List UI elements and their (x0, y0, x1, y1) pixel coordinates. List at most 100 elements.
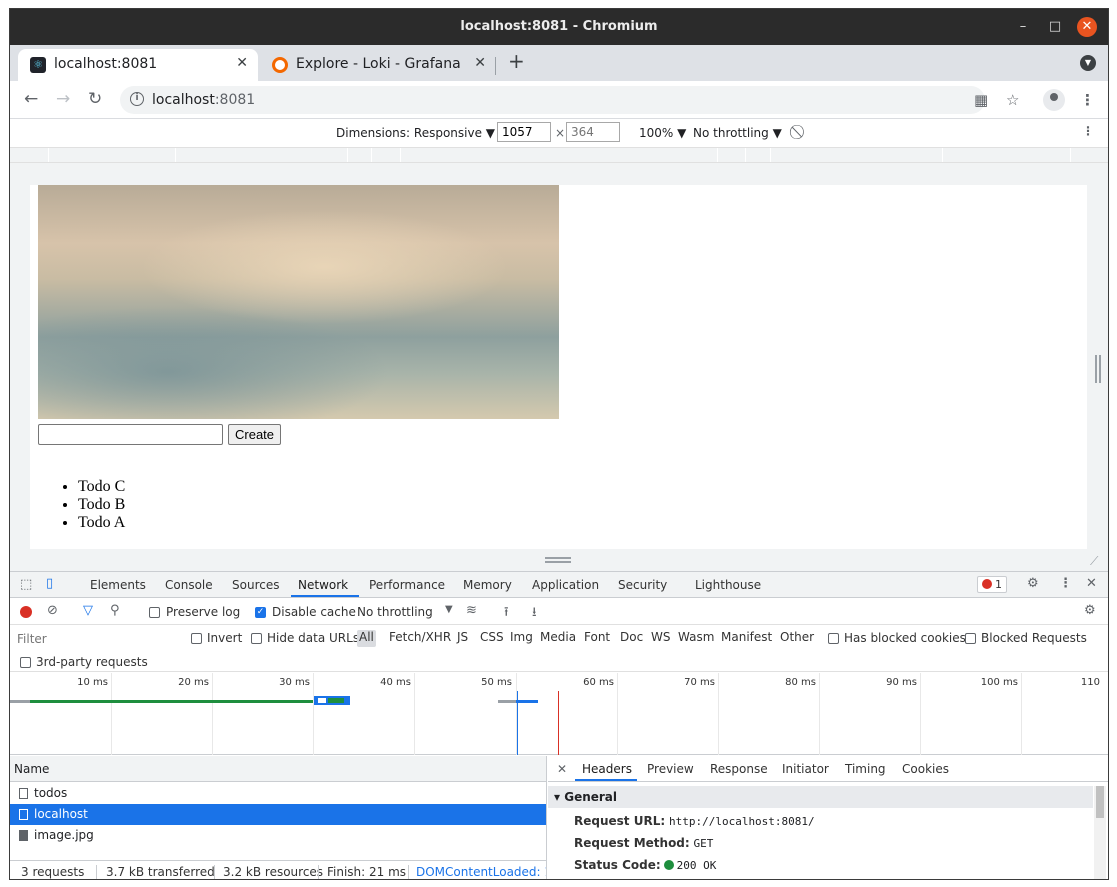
disable-cache-checkbox[interactable]: ✓ (255, 607, 266, 618)
close-devtools-icon[interactable]: ✕ (1086, 576, 1097, 591)
network-settings-gear-icon[interactable]: ⚙ (1084, 603, 1096, 618)
filter-icon[interactable]: ▽ (83, 603, 93, 618)
network-conditions-icon[interactable]: ≋ (466, 603, 477, 618)
tab-search-icon[interactable]: ▼ (1080, 55, 1096, 71)
profile-avatar-icon[interactable] (1043, 89, 1065, 111)
throttling-dropdown[interactable]: No throttling ▼ (693, 126, 782, 140)
search-icon[interactable]: ⚲ (110, 603, 120, 618)
minimize-button[interactable]: – (1013, 17, 1033, 37)
device-toggle-icon[interactable]: ▯ (46, 576, 53, 591)
type-filter-fetch-xhr[interactable]: Fetch/XHR (387, 630, 453, 647)
type-filter-css[interactable]: CSS (478, 630, 506, 647)
summary-resources: 3.2 kB resources (223, 865, 324, 879)
invert-checkbox[interactable] (191, 633, 202, 644)
network-overview-timeline[interactable]: 10 ms 20 ms 30 ms 40 ms 50 ms 60 ms 70 m… (10, 673, 1108, 755)
new-todo-input[interactable] (38, 424, 223, 445)
device-width-input[interactable] (497, 122, 551, 142)
url-text[interactable]: localhost:8081 (152, 92, 255, 108)
tab-close-icon[interactable]: ✕ (474, 55, 486, 71)
tab-sources[interactable]: Sources (232, 578, 279, 592)
type-filter-wasm[interactable]: Wasm (676, 630, 716, 647)
close-details-icon[interactable]: ✕ (557, 762, 567, 776)
type-filter-all[interactable]: All (357, 630, 376, 647)
bookmark-star-icon[interactable]: ☆ (1006, 91, 1019, 109)
type-filter-img[interactable]: Img (508, 630, 535, 647)
viewport-height-handle[interactable] (545, 557, 571, 563)
inspect-element-icon[interactable]: ⬚ (20, 577, 32, 592)
request-list: Name todos localhost image.jpg 3 request… (10, 756, 547, 879)
scrollbar-thumb[interactable] (1096, 786, 1104, 818)
forward-icon[interactable]: → (56, 89, 70, 109)
record-icon[interactable] (20, 606, 32, 618)
create-button[interactable]: Create (228, 424, 282, 445)
third-party-checkbox[interactable] (20, 657, 31, 668)
reload-icon[interactable]: ↻ (88, 89, 102, 109)
hide-data-urls-checkbox[interactable] (251, 633, 262, 644)
address-bar[interactable]: i localhost:8081 (120, 86, 985, 114)
devtools-menu-icon[interactable]: ⋮ (1059, 576, 1072, 591)
tab-close-icon[interactable]: ✕ (236, 55, 248, 71)
details-scrollbar[interactable] (1094, 786, 1106, 879)
tab-preview[interactable]: Preview (647, 762, 694, 776)
error-count: 1 (995, 578, 1002, 591)
tab-cookies[interactable]: Cookies (902, 762, 949, 776)
tab-network[interactable]: Network (298, 578, 348, 592)
has-blocked-cookies-checkbox[interactable] (828, 633, 839, 644)
tab-performance[interactable]: Performance (369, 578, 445, 592)
device-menu-icon[interactable]: ⋮ (1082, 124, 1094, 138)
type-filter-doc[interactable]: Doc (618, 630, 645, 647)
timeline-tick-label: 50 ms (481, 677, 512, 688)
site-info-icon[interactable]: i (130, 92, 144, 106)
new-tab-button[interactable]: + (508, 49, 525, 73)
type-filter-ws[interactable]: WS (649, 630, 672, 647)
request-row-image[interactable]: image.jpg (10, 825, 546, 846)
tab-headers[interactable]: Headers (582, 762, 632, 776)
collapse-triangle-icon: ▾ (554, 790, 561, 804)
request-row-todos[interactable]: todos (10, 783, 546, 804)
tab-memory[interactable]: Memory (463, 578, 512, 592)
request-row-localhost[interactable]: localhost (10, 804, 546, 825)
grafana-favicon-icon (272, 57, 288, 73)
close-window-button[interactable]: ✕ (1077, 17, 1097, 37)
tab-elements[interactable]: Elements (90, 578, 146, 592)
tab-security[interactable]: Security (618, 578, 667, 592)
zoom-dropdown[interactable]: 100% ▼ (639, 126, 686, 140)
export-har-icon[interactable]: ⭳ (532, 603, 537, 625)
type-filter-manifest[interactable]: Manifest (719, 630, 774, 647)
request-bar-image-waiting (498, 700, 516, 703)
type-filter-js[interactable]: JS (455, 630, 470, 647)
viewport-width-handle[interactable] (1095, 355, 1101, 383)
type-filter-font[interactable]: Font (582, 630, 612, 647)
clear-icon[interactable]: ⊘ (47, 603, 58, 618)
tab-timing[interactable]: Timing (845, 762, 886, 776)
tab-application[interactable]: Application (532, 578, 599, 592)
ruler-divider (347, 148, 348, 162)
tab-console[interactable]: Console (165, 578, 213, 592)
type-filter-other[interactable]: Other (778, 630, 816, 647)
preserve-log-checkbox[interactable] (149, 607, 160, 618)
device-height-input[interactable] (566, 122, 620, 142)
tab-lighthouse[interactable]: Lighthouse (695, 578, 761, 592)
type-filter-media[interactable]: Media (538, 630, 578, 647)
network-throttling-dropdown[interactable]: No throttling (357, 605, 433, 619)
browser-menu-icon[interactable]: ⋮ (1080, 91, 1095, 109)
import-har-icon[interactable]: ⭱ (504, 603, 509, 625)
back-icon[interactable]: ← (24, 89, 38, 109)
viewport-corner-handle[interactable]: ⟋ (1090, 554, 1098, 569)
hero-image (38, 185, 559, 419)
dropdown-arrow-icon[interactable]: ▼ (445, 604, 453, 615)
name-column-header[interactable]: Name (10, 756, 546, 782)
tab-grafana[interactable]: Explore - Loki - Grafana ✕ (260, 49, 496, 81)
error-count-badge[interactable]: 1 (977, 576, 1007, 593)
tab-response[interactable]: Response (710, 762, 768, 776)
summary-separator (96, 865, 97, 879)
tab-localhost[interactable]: ⚛ localhost:8081 ✕ (18, 49, 258, 81)
filter-input[interactable] (16, 630, 176, 648)
general-section-header[interactable]: ▾ General (548, 786, 1093, 808)
apps-icon[interactable]: ▦ (974, 91, 988, 109)
blocked-requests-checkbox[interactable] (965, 633, 976, 644)
settings-gear-icon[interactable]: ⚙ (1027, 576, 1039, 591)
dimensions-dropdown[interactable]: Dimensions: Responsive ▼ (336, 126, 495, 140)
maximize-button[interactable]: □ (1045, 17, 1065, 37)
tab-initiator[interactable]: Initiator (782, 762, 829, 776)
